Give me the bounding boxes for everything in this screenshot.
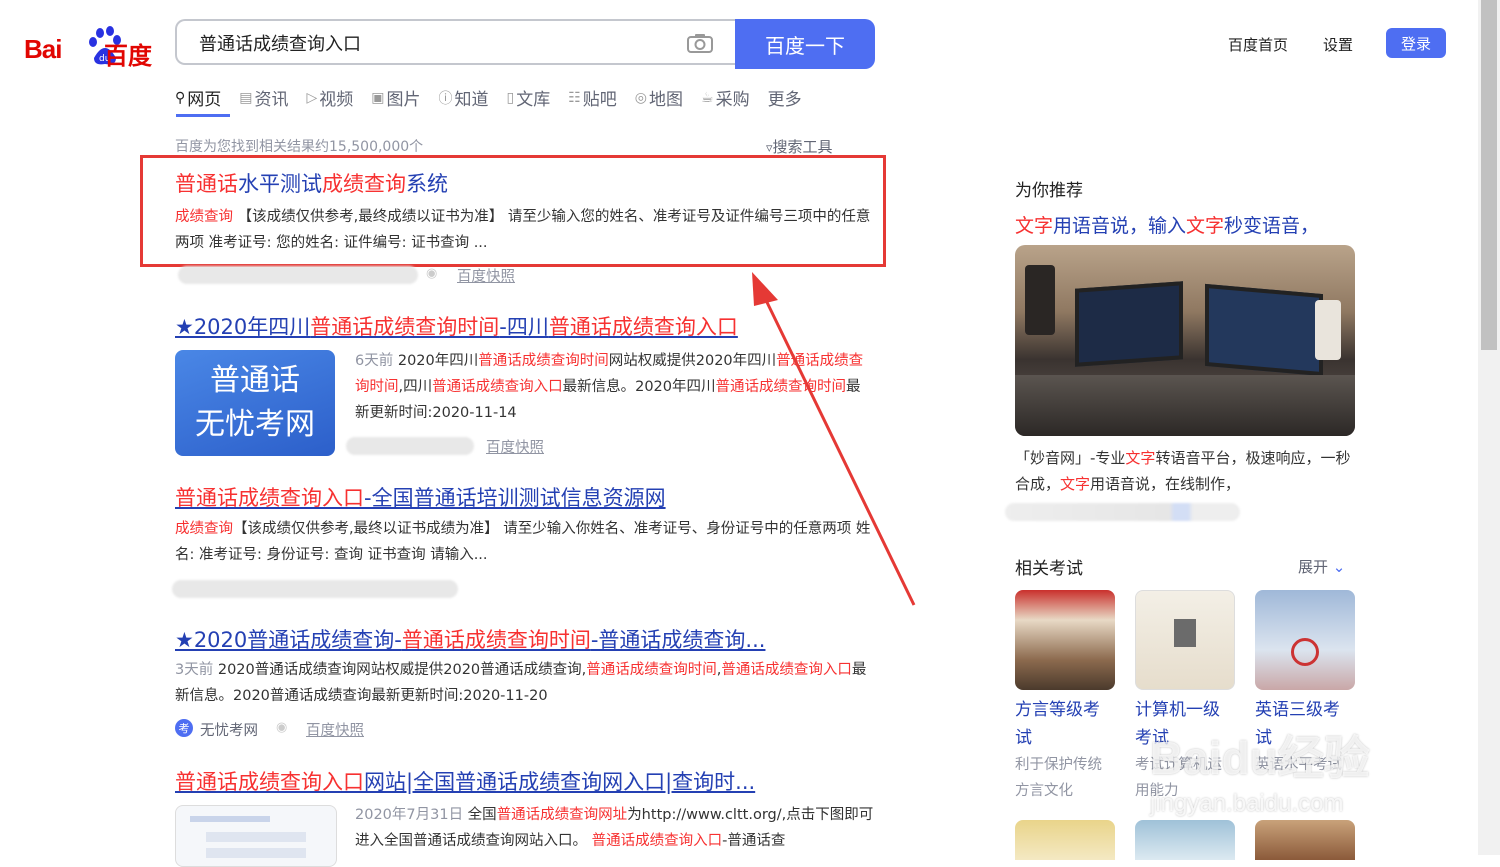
- logo-text-bai: Bai: [24, 34, 62, 64]
- related-exams-heading: 相关考试: [1015, 559, 1083, 579]
- tab-video[interactable]: ▷ 视频: [306, 85, 354, 111]
- related-exam-sub-1: 利于保护传统方言文化: [1015, 757, 1102, 799]
- video-icon: ▷: [306, 89, 318, 106]
- result-5-title[interactable]: 普通话成绩查询入口网站|全国普通话成绩查询网入口|查询时...: [175, 768, 755, 796]
- related-exam-image-2[interactable]: [1135, 590, 1235, 690]
- ad-title[interactable]: 文字用语音说，输入文字秒变语音，: [1015, 211, 1319, 238]
- tab-images[interactable]: ▣ 图片: [371, 85, 420, 111]
- expand-button[interactable]: 展开 ⌄: [1298, 556, 1345, 577]
- related-exam-image-5[interactable]: [1135, 820, 1235, 860]
- logo-text-baidu: 百度: [104, 42, 152, 70]
- result-3-source-blurred: [172, 580, 458, 598]
- search-box[interactable]: [175, 19, 737, 65]
- image-icon: ▣: [371, 89, 385, 106]
- result-2-source-blurred: [346, 437, 474, 455]
- result-5-abstract: 2020年7月31日 全国普通话成绩查询网址为http://www.cltt.o…: [355, 807, 874, 849]
- result-1-source-blurred: [178, 266, 418, 284]
- annotation-arrow: [752, 272, 916, 606]
- question-icon: ⓘ: [438, 90, 453, 107]
- recommend-heading: 为你推荐: [1015, 181, 1083, 201]
- result-5-thumbnail[interactable]: [175, 805, 337, 867]
- baidu-home-link[interactable]: 百度首页: [1228, 34, 1288, 55]
- login-button[interactable]: 登录: [1386, 28, 1446, 58]
- document-icon: ▯: [506, 89, 515, 106]
- result-3-title[interactable]: 普通话成绩查询入口-全国普通话培训测试信息资源网: [175, 484, 666, 512]
- result-2-thumbnail[interactable]: 普通话 无忧考网: [175, 350, 335, 456]
- related-exam-image-6[interactable]: [1255, 820, 1355, 860]
- tab-wenku[interactable]: ▯ 文库: [506, 85, 551, 111]
- result-4-source[interactable]: 无忧考网: [200, 719, 258, 740]
- map-pin-icon: ◎: [634, 89, 648, 106]
- search-tools-button[interactable]: ▿搜索工具: [766, 136, 833, 157]
- settings-link[interactable]: 设置: [1323, 34, 1353, 55]
- result-4-abstract: 3天前 2020普通话成绩查询网站权威提供2020普通话成绩查询,普通话成绩查询…: [175, 662, 867, 704]
- search-input[interactable]: [197, 31, 671, 54]
- result-4-snapshot-link[interactable]: 百度快照: [306, 719, 364, 740]
- result-count: 百度为您找到相关结果约15,500,000个: [175, 139, 424, 155]
- tab-purchase[interactable]: ☕ 采购: [701, 85, 750, 111]
- search-button[interactable]: 百度一下: [735, 19, 875, 69]
- search-tabs: ⚲ 网页 ▤ 资讯 ▷ 视频 ▣ 图片 ⓘ 知道 ▯ 文库 ☷ 贴吧 ◎ 地图 ☕ 采购 更多: [175, 85, 820, 111]
- news-icon: ▤: [239, 89, 253, 106]
- shield-icon: ◉: [426, 266, 438, 281]
- shield-icon: ◉: [276, 720, 288, 735]
- result-2-snapshot-link[interactable]: 百度快照: [486, 436, 544, 457]
- result-4-title[interactable]: ★2020普通话成绩查询-普通话成绩查询时间-普通话成绩查询...: [175, 626, 765, 654]
- chevron-down-icon: ⌄: [1332, 558, 1346, 576]
- related-exam-title-1[interactable]: 方言等级考试: [1015, 696, 1115, 752]
- site-logo-icon: 考: [175, 719, 193, 737]
- result-2-title[interactable]: ★2020年四川普通话成绩查询时间-四川普通话成绩查询入口: [175, 313, 738, 341]
- baidu-jingyan-watermark: Baidu经验: [1150, 732, 1370, 784]
- tab-map[interactable]: ◎ 地图: [634, 85, 683, 111]
- ad-description: 「妙音网」-专业文字转语音平台，极速响应，一秒合成，文字用语音说，在线制作，: [1015, 449, 1351, 493]
- tab-zhidao[interactable]: ⓘ 知道: [439, 85, 489, 110]
- tab-news[interactable]: ▤ 资讯: [239, 85, 288, 111]
- tab-web[interactable]: ⚲ 网页: [175, 85, 221, 111]
- ad-source-blurred: [1005, 503, 1240, 521]
- scrollbar-thumb[interactable]: [1481, 0, 1497, 350]
- camera-icon[interactable]: [687, 33, 713, 53]
- related-exam-image-3[interactable]: [1255, 590, 1355, 690]
- search-icon: ⚲: [175, 89, 186, 106]
- result-1-snapshot-link[interactable]: 百度快照: [457, 265, 515, 286]
- related-exam-image-1[interactable]: [1015, 590, 1115, 690]
- tab-tieba[interactable]: ☷ 贴吧: [568, 85, 617, 111]
- related-exam-image-4[interactable]: [1015, 820, 1115, 860]
- result-1-title[interactable]: 普通话水平测试成绩查询系统: [175, 170, 448, 198]
- tab-more[interactable]: 更多: [768, 85, 802, 110]
- cart-icon: ☕: [701, 89, 714, 106]
- tieba-icon: ☷: [568, 89, 581, 106]
- baidu-logo[interactable]: Bai du 百度: [24, 24, 154, 70]
- watermark-url: jingyan.baidu.com: [1150, 790, 1344, 817]
- result-1-abstract: 成绩查询 【该成绩仅供参考,最终成绩以证书为准】 请至少输入您的姓名、准考证号及…: [175, 209, 871, 251]
- ad-studio-image[interactable]: [1015, 245, 1355, 436]
- active-tab-indicator: [176, 114, 230, 117]
